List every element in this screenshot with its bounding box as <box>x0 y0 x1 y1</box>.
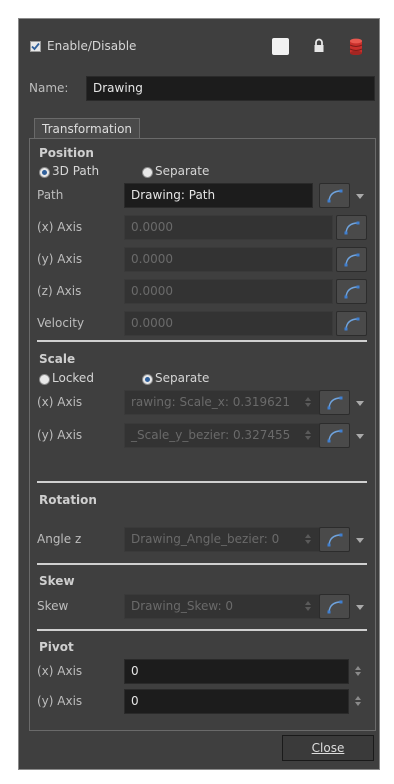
position-y-input[interactable]: 0.0000 <box>124 247 333 272</box>
scale-y-label: (y) Axis <box>37 428 83 442</box>
pivot-x-label: (x) Axis <box>37 664 83 678</box>
lock-icon[interactable] <box>313 38 325 54</box>
pivot-y-spinner-arrows-icon[interactable] <box>355 694 363 708</box>
radio-position-separate-label: Separate <box>155 164 210 178</box>
pivot-y-input[interactable]: 0 <box>124 689 349 714</box>
skew-input[interactable]: Drawing_Skew: 0 <box>124 594 321 619</box>
rotation-heading: Rotation <box>39 493 97 507</box>
radio-scale-locked-label: Locked <box>52 371 94 385</box>
radio-3d-path-label: 3D Path <box>52 164 100 178</box>
function-curve-icon <box>327 533 343 547</box>
angle-z-spinner-arrows-icon[interactable] <box>305 532 313 546</box>
angle-z-dropdown-arrow-icon[interactable] <box>356 538 364 543</box>
position-x-input[interactable]: 0.0000 <box>124 215 333 240</box>
section-divider <box>37 563 367 565</box>
radio-position-separate[interactable] <box>142 167 153 178</box>
section-divider <box>37 340 367 342</box>
close-button[interactable]: Close <box>282 735 374 761</box>
scale-y-spinner-arrows-icon[interactable] <box>305 428 313 442</box>
radio-scale-separate[interactable] <box>142 374 153 385</box>
position-z-label: (z) Axis <box>37 284 82 298</box>
position-z-function-button[interactable] <box>336 279 367 304</box>
radio-3d-path[interactable] <box>39 167 50 178</box>
function-curve-icon <box>327 429 343 443</box>
pivot-y-label: (y) Axis <box>37 694 83 708</box>
skew-label: Skew <box>37 599 69 613</box>
name-input[interactable]: Drawing <box>86 76 375 101</box>
position-y-function-button[interactable] <box>336 247 367 272</box>
close-button-label: Close <box>311 741 345 755</box>
function-curve-icon <box>344 285 360 299</box>
enable-checkbox[interactable] <box>30 41 41 52</box>
angle-z-function-button[interactable] <box>319 527 350 552</box>
path-dropdown-arrow-icon[interactable] <box>356 194 364 199</box>
name-label: Name: <box>29 81 69 95</box>
pivot-x-input[interactable]: 0 <box>124 659 349 684</box>
scale-y-function-button[interactable] <box>319 423 350 448</box>
function-curve-icon <box>327 396 343 410</box>
database-icon[interactable] <box>349 38 363 56</box>
radio-scale-locked[interactable] <box>39 374 50 385</box>
path-function-button[interactable] <box>319 183 350 208</box>
scale-y-input[interactable]: _Scale_y_bezier: 0.327455 <box>124 423 321 448</box>
position-x-label: (x) Axis <box>37 220 83 234</box>
function-curve-icon <box>327 600 343 614</box>
velocity-label: Velocity <box>37 316 85 330</box>
path-input[interactable]: Drawing: Path <box>124 183 313 208</box>
pivot-heading: Pivot <box>39 640 74 654</box>
tab-transformation[interactable]: Transformation <box>34 118 141 139</box>
section-divider <box>37 481 367 483</box>
velocity-input[interactable]: 0.0000 <box>124 311 333 336</box>
skew-spinner-arrows-icon[interactable] <box>305 599 313 613</box>
scale-x-spinner-arrows-icon[interactable] <box>305 395 313 409</box>
function-curve-icon <box>344 317 360 331</box>
scale-x-dropdown-arrow-icon[interactable] <box>356 401 364 406</box>
angle-z-label: Angle z <box>37 532 82 546</box>
skew-heading: Skew <box>39 574 75 588</box>
position-z-input[interactable]: 0.0000 <box>124 279 333 304</box>
section-divider <box>37 629 367 631</box>
scale-x-label: (x) Axis <box>37 395 83 409</box>
scale-heading: Scale <box>39 352 76 366</box>
path-label: Path <box>37 188 64 202</box>
scale-x-function-button[interactable] <box>319 390 350 415</box>
function-curve-icon <box>327 189 343 203</box>
function-curve-icon <box>344 253 360 267</box>
skew-dropdown-arrow-icon[interactable] <box>356 605 364 610</box>
velocity-function-button[interactable] <box>336 311 367 336</box>
position-heading: Position <box>39 146 94 160</box>
white-square-icon[interactable] <box>272 38 289 55</box>
checkmark-icon <box>31 42 40 51</box>
position-y-label: (y) Axis <box>37 252 83 266</box>
radio-scale-separate-label: Separate <box>155 371 210 385</box>
skew-function-button[interactable] <box>319 594 350 619</box>
scale-y-dropdown-arrow-icon[interactable] <box>356 434 364 439</box>
enable-label: Enable/Disable <box>47 39 137 53</box>
pivot-x-spinner-arrows-icon[interactable] <box>355 664 363 678</box>
angle-z-input[interactable]: Drawing_Angle_bezier: 0 <box>124 527 321 552</box>
scale-x-input[interactable]: rawing: Scale_x: 0.319621 <box>124 390 321 415</box>
layer-properties-dialog: Enable/Disable Name: Drawing Transformat… <box>18 18 380 770</box>
position-x-function-button[interactable] <box>336 215 367 240</box>
function-curve-icon <box>344 221 360 235</box>
